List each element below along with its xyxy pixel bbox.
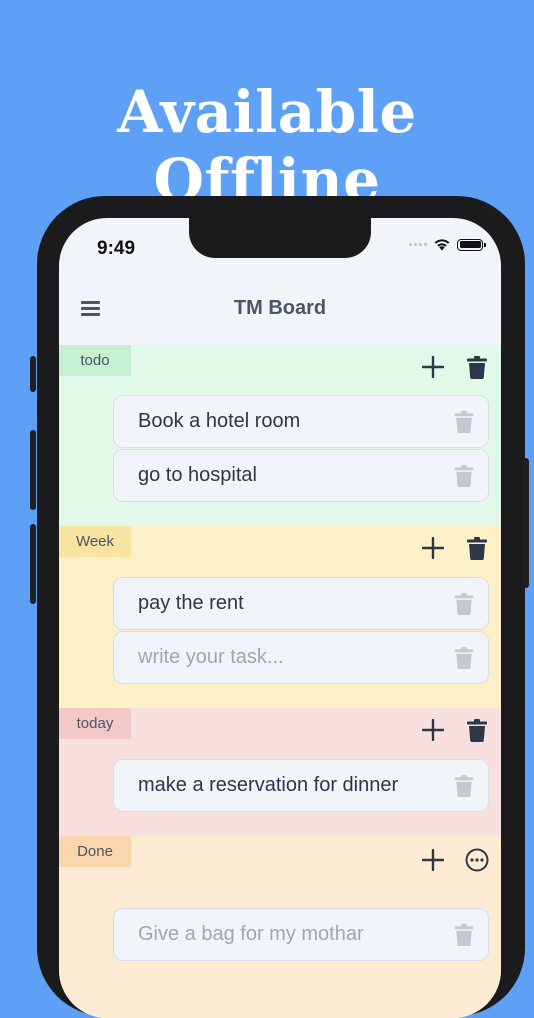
section-actions <box>421 355 489 379</box>
task-input-placeholder: write your task... <box>138 646 284 668</box>
new-task-input[interactable]: write your task... <box>113 631 489 684</box>
add-task-button[interactable] <box>421 536 445 560</box>
cellular-signal-icon <box>409 243 427 246</box>
plus-icon <box>422 537 444 559</box>
task-text: pay the rent <box>138 592 244 614</box>
section-week: Week pay the rent write your task... <box>59 526 501 707</box>
phone-volume-up <box>30 430 36 510</box>
wifi-icon <box>434 239 450 251</box>
task-text: go to hospital <box>138 464 257 486</box>
trash-icon[interactable] <box>454 647 474 669</box>
trash-icon <box>467 718 487 742</box>
status-icons <box>409 238 486 251</box>
task-input-placeholder: Give a bag for my mothar <box>138 923 364 945</box>
plus-icon <box>422 719 444 741</box>
section-label: Done <box>59 836 131 867</box>
add-task-button[interactable] <box>421 355 445 379</box>
new-task-input[interactable]: Give a bag for my mothar <box>113 908 489 961</box>
phone-silent-switch <box>30 356 36 392</box>
section-label: todo <box>59 345 131 376</box>
notch <box>189 218 371 258</box>
more-icon <box>465 848 489 872</box>
plus-icon <box>422 849 444 871</box>
section-actions <box>421 718 489 742</box>
plus-icon <box>422 356 444 378</box>
delete-section-button[interactable] <box>465 718 489 742</box>
section-actions <box>421 536 489 560</box>
delete-section-button[interactable] <box>465 536 489 560</box>
trash-icon[interactable] <box>454 924 474 946</box>
section-actions <box>421 848 489 872</box>
phone-screen: 9:49 TM Board todo Book a hotel room go … <box>59 218 501 1018</box>
headline: Available Offline <box>117 78 417 214</box>
section-label: Week <box>59 526 131 557</box>
battery-icon <box>457 238 486 251</box>
task-text: make a reservation for dinner <box>138 774 399 796</box>
more-options-button[interactable] <box>465 848 489 872</box>
section-todo: todo Book a hotel room go to hospital <box>59 345 501 526</box>
task-item[interactable]: pay the rent <box>113 577 489 630</box>
phone-power-button <box>523 458 529 588</box>
app-title: TM Board <box>233 297 327 319</box>
task-text: Book a hotel room <box>138 410 301 432</box>
add-task-button[interactable] <box>421 848 445 872</box>
add-task-button[interactable] <box>421 718 445 742</box>
phone-volume-down <box>30 524 36 604</box>
section-label: today <box>59 708 131 739</box>
section-today: today make a reservation for dinner <box>59 708 501 836</box>
trash-icon[interactable] <box>454 593 474 615</box>
delete-section-button[interactable] <box>465 355 489 379</box>
status-time: 9:49 <box>97 238 136 259</box>
trash-icon <box>467 355 487 379</box>
task-item[interactable]: Book a hotel room <box>113 395 489 448</box>
trash-icon[interactable] <box>454 775 474 797</box>
trash-icon[interactable] <box>454 411 474 433</box>
task-item[interactable]: make a reservation for dinner <box>113 759 489 812</box>
section-done: Done Give a bag for my mothar <box>59 836 501 1018</box>
trash-icon[interactable] <box>454 465 474 487</box>
app-bar: TM Board <box>59 274 501 344</box>
task-item[interactable]: go to hospital <box>113 449 489 502</box>
trash-icon <box>467 536 487 560</box>
